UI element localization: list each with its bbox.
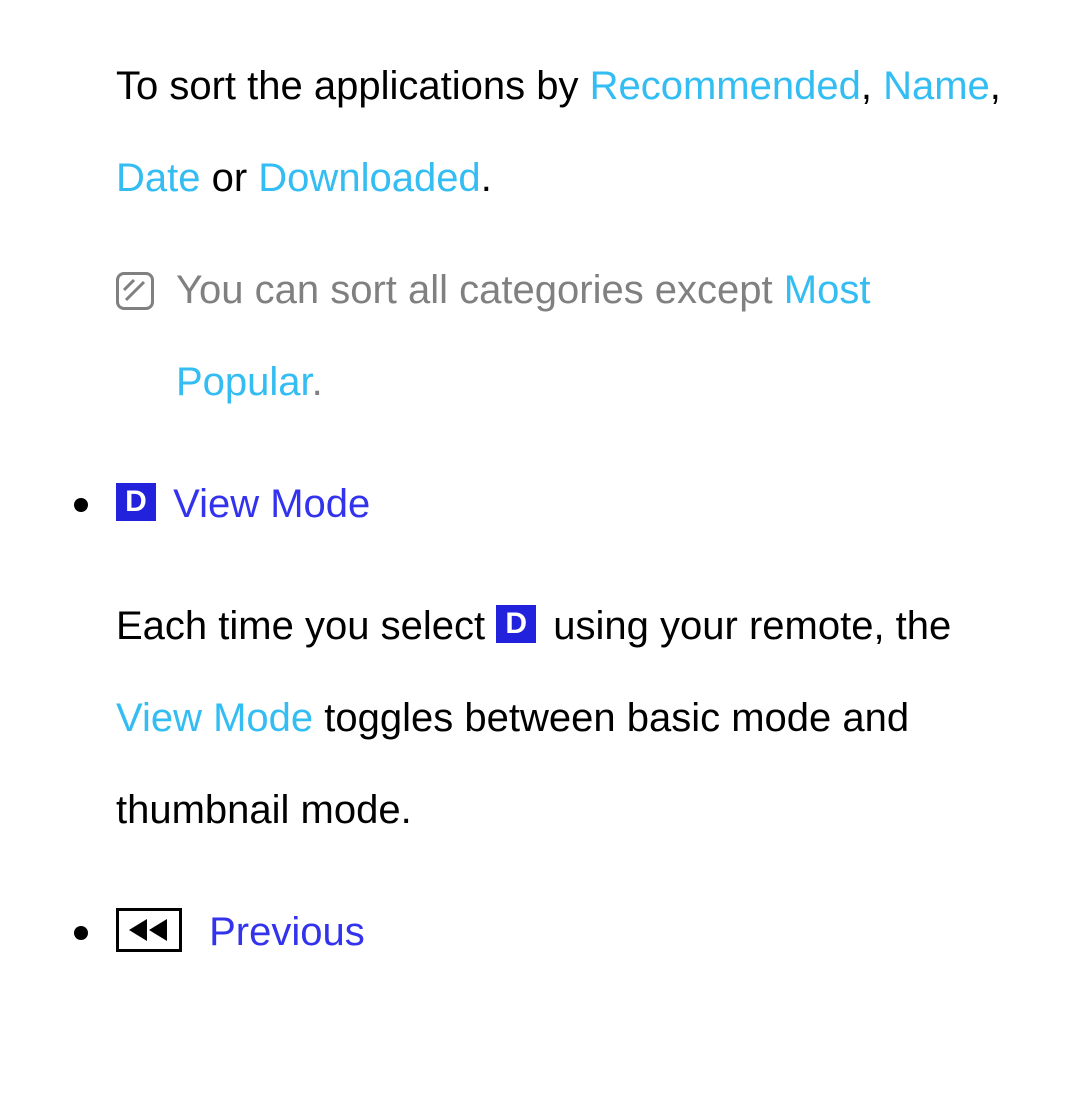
intro-prefix: To sort the applications by bbox=[116, 64, 590, 108]
previous-title: Previous bbox=[198, 910, 365, 954]
separator: or bbox=[201, 156, 259, 200]
note-prefix: You can sort all categories except bbox=[176, 268, 784, 312]
view-mode-header: D View Mode bbox=[116, 458, 1020, 550]
rewind-icon bbox=[116, 908, 182, 952]
intro-paragraph: To sort the applications by Recommended,… bbox=[60, 40, 1020, 224]
view-mode-content: D View Mode Each time you select D using… bbox=[116, 458, 1020, 856]
list-item-view-mode: D View Mode Each time you select D using… bbox=[116, 458, 1020, 856]
intro-suffix: . bbox=[481, 156, 492, 200]
sort-option-recommended: Recommended bbox=[590, 64, 861, 108]
body-highlight: View Mode bbox=[116, 696, 313, 740]
d-button-icon: D bbox=[116, 483, 156, 521]
bullet-icon bbox=[74, 926, 88, 940]
document-content: To sort the applications by Recommended,… bbox=[60, 40, 1020, 978]
note-text: You can sort all categories except Most … bbox=[176, 244, 1020, 428]
body-prefix: Each time you select bbox=[116, 604, 496, 648]
separator: , bbox=[990, 64, 1001, 108]
sort-option-name: Name bbox=[883, 64, 990, 108]
note-block: You can sort all categories except Most … bbox=[116, 244, 1020, 428]
body-mid: using your remote, the bbox=[542, 604, 951, 648]
view-mode-section: D View Mode Each time you select D using… bbox=[60, 458, 1020, 856]
list-item-previous: Previous bbox=[116, 886, 1020, 978]
previous-section: Previous bbox=[60, 886, 1020, 978]
sort-option-date: Date bbox=[116, 156, 201, 200]
view-mode-title: View Mode bbox=[162, 482, 370, 526]
note-block-wrapper: You can sort all categories except Most … bbox=[60, 244, 1020, 428]
note-icon bbox=[116, 272, 154, 310]
previous-header: Previous bbox=[116, 886, 1020, 978]
separator: , bbox=[861, 64, 883, 108]
sort-option-downloaded: Downloaded bbox=[258, 156, 480, 200]
d-button-icon-inline: D bbox=[496, 605, 536, 643]
view-mode-body: Each time you select D using your remote… bbox=[116, 580, 1020, 856]
previous-content: Previous bbox=[116, 886, 1020, 978]
note-suffix: . bbox=[312, 360, 323, 404]
bullet-icon bbox=[74, 498, 88, 512]
